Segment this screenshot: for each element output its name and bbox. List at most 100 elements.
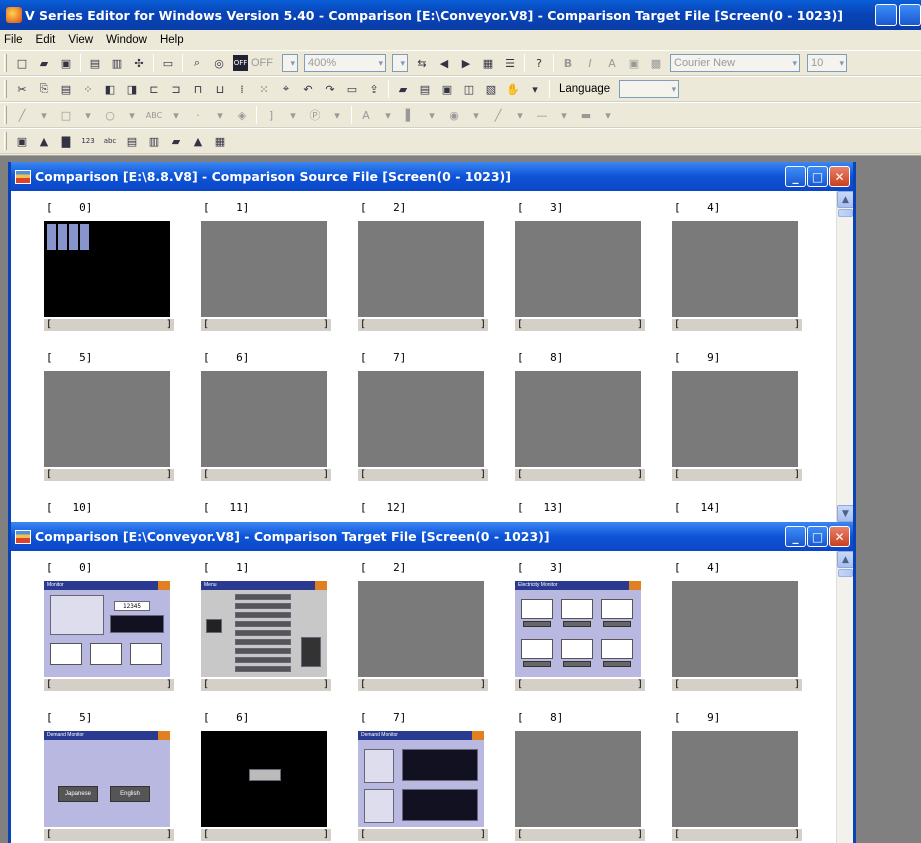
menu-help[interactable]: Help (160, 34, 184, 46)
binoculars-icon[interactable]: ◎ (211, 55, 227, 71)
folder-icon[interactable]: ▰ (395, 81, 411, 97)
scroll-thumb[interactable] (838, 569, 853, 577)
dropdown-icon[interactable]: ▾ (468, 107, 484, 123)
scroll-up-button[interactable]: ▲ (837, 551, 853, 568)
dropdown-icon[interactable]: ▾ (600, 107, 616, 123)
zoom-icon[interactable]: ⌕ (189, 55, 205, 71)
source-vertical-scrollbar[interactable]: ▲ ▼ (836, 191, 853, 522)
undo-icon[interactable]: ↶ (300, 81, 316, 97)
save-icon[interactable]: ▣ (58, 55, 74, 71)
screen-cell[interactable]: [ 1] [] (201, 201, 331, 331)
screen-thumbnail[interactable] (201, 371, 327, 467)
paste-icon[interactable]: ▤ (58, 81, 74, 97)
group-icon[interactable]: ⁘ (80, 81, 96, 97)
screen-cell[interactable]: [ 1] Menu [] (201, 561, 331, 691)
screen-cell[interactable]: [ 5] Demand Monitor Japanese English [] (44, 711, 174, 841)
message-part-icon[interactable]: ▦ (212, 133, 228, 149)
screen-cell[interactable]: [ 6] [] (201, 351, 331, 481)
shading-icon[interactable]: ▩ (648, 55, 664, 71)
dot-icon[interactable]: · (190, 107, 206, 123)
trend-part-icon[interactable]: ▰ (168, 133, 184, 149)
dropdown-icon[interactable]: ▾ (124, 107, 140, 123)
switch-part-icon[interactable]: ▣ (14, 133, 30, 149)
link-icon[interactable]: ✣ (131, 55, 147, 71)
screen-thumbnail[interactable] (515, 731, 641, 827)
rectangle-icon[interactable]: □ (58, 107, 74, 123)
screen-cell[interactable]: [ 3] [] (515, 201, 645, 331)
screen-icon[interactable]: ▤ (87, 55, 103, 71)
dropdown-icon[interactable]: ▾ (285, 107, 301, 123)
screen-thumbnail[interactable]: Demand Monitor (358, 731, 484, 827)
compare-icon[interactable]: ⇆ (414, 55, 430, 71)
dropdown-icon[interactable]: ▾ (380, 107, 396, 123)
bmp-icon[interactable]: ▥ (109, 55, 125, 71)
screen-cell[interactable]: [ 2] [] (358, 561, 488, 691)
screen-thumbnail[interactable] (515, 221, 641, 317)
circle-icon[interactable]: ○ (102, 107, 118, 123)
screen-thumbnail[interactable] (201, 221, 327, 317)
calendar-part-icon[interactable]: ▤ (124, 133, 140, 149)
font-size-combo[interactable]: 10 (807, 54, 847, 72)
screen-thumbnail[interactable] (358, 371, 484, 467)
close-button[interactable]: ✕ (829, 166, 850, 187)
dropdown-icon[interactable]: ▾ (329, 107, 345, 123)
screen-cell[interactable]: [ 9] [] (672, 351, 802, 481)
transfer-icon[interactable]: ⇪ (366, 81, 382, 97)
screen-thumbnail[interactable]: Electricity Monitor (515, 581, 641, 677)
dropdown-icon[interactable]: ▾ (80, 107, 96, 123)
dropdown-icon[interactable]: ▾ (512, 107, 528, 123)
italic-icon[interactable]: I (582, 55, 598, 71)
forward-arrow-icon[interactable]: ▶ (458, 55, 474, 71)
align-center-icon[interactable]: ⊐ (168, 81, 184, 97)
graph-part-icon[interactable]: ▥ (146, 133, 162, 149)
menu-edit[interactable]: Edit (36, 34, 56, 46)
screen-cell[interactable]: [ 4] [] (672, 561, 802, 691)
table-icon[interactable]: ▦ (480, 55, 496, 71)
screen-thumbnail[interactable] (358, 581, 484, 677)
capture-icon[interactable]: ▭ (344, 81, 360, 97)
screen-cell[interactable]: [ 7] [] (358, 351, 488, 481)
toolbar-grip[interactable] (4, 54, 7, 72)
minimize-button[interactable]: _ (785, 526, 806, 547)
align-bottom-icon[interactable]: ⊔ (212, 81, 228, 97)
align-left-icon[interactable]: ⊏ (146, 81, 162, 97)
new-file-icon[interactable]: □ (14, 55, 30, 71)
redo-icon[interactable]: ↷ (322, 81, 338, 97)
snap-icon[interactable]: ⌖ (278, 81, 294, 97)
screen-thumbnail[interactable] (44, 371, 170, 467)
pattern-icon[interactable]: Ⓟ (307, 107, 323, 123)
screen-cell[interactable]: [ 0] [] (44, 201, 174, 331)
print-icon[interactable]: ▭ (160, 55, 176, 71)
target-window-title-bar[interactable]: Comparison [E:\Conveyor.V8] - Comparison… (11, 522, 853, 551)
grid-icon[interactable]: ⁙ (256, 81, 272, 97)
scroll-thumb[interactable] (838, 209, 853, 217)
dropdown-icon[interactable]: ▾ (527, 81, 543, 97)
help-icon[interactable]: ? (531, 55, 547, 71)
screen-thumbnail[interactable] (44, 221, 170, 317)
screen-thumbnail[interactable] (358, 221, 484, 317)
target-vertical-scrollbar[interactable]: ▲ (836, 551, 853, 843)
scroll-up-button[interactable]: ▲ (837, 191, 853, 208)
overlap-icon[interactable]: ◫ (461, 81, 477, 97)
screen-cell[interactable]: [ 2] [] (358, 201, 488, 331)
close-button[interactable]: ✕ (829, 526, 850, 547)
menu-file[interactable]: File (4, 34, 23, 46)
window-icon[interactable]: ▣ (439, 81, 455, 97)
line-width-icon[interactable]: — (534, 107, 550, 123)
distribute-icon[interactable]: ⁞ (234, 81, 250, 97)
alarm-part-icon[interactable]: ▲ (190, 133, 206, 149)
bracket-icon[interactable]: ] (263, 107, 279, 123)
screen-thumbnail[interactable]: Monitor 12345 (44, 581, 170, 677)
screen-cell[interactable]: [ 9] [] (672, 711, 802, 841)
open-file-icon[interactable]: ▰ (36, 55, 52, 71)
screen-thumbnail[interactable] (515, 371, 641, 467)
bar-part-icon[interactable]: ▇ (58, 133, 74, 149)
screen-cell[interactable]: [ 6] [] (201, 711, 331, 841)
language-combo[interactable] (619, 80, 680, 98)
text-color-icon[interactable]: A (358, 107, 374, 123)
zoom-combo[interactable]: 400% (304, 54, 386, 72)
dropdown-icon[interactable]: ▾ (212, 107, 228, 123)
screen-thumbnail[interactable] (201, 731, 327, 827)
screen-thumbnail[interactable]: Menu (201, 581, 327, 677)
app-title-bar[interactable]: V Series Editor for Windows Version 5.40… (0, 0, 921, 30)
